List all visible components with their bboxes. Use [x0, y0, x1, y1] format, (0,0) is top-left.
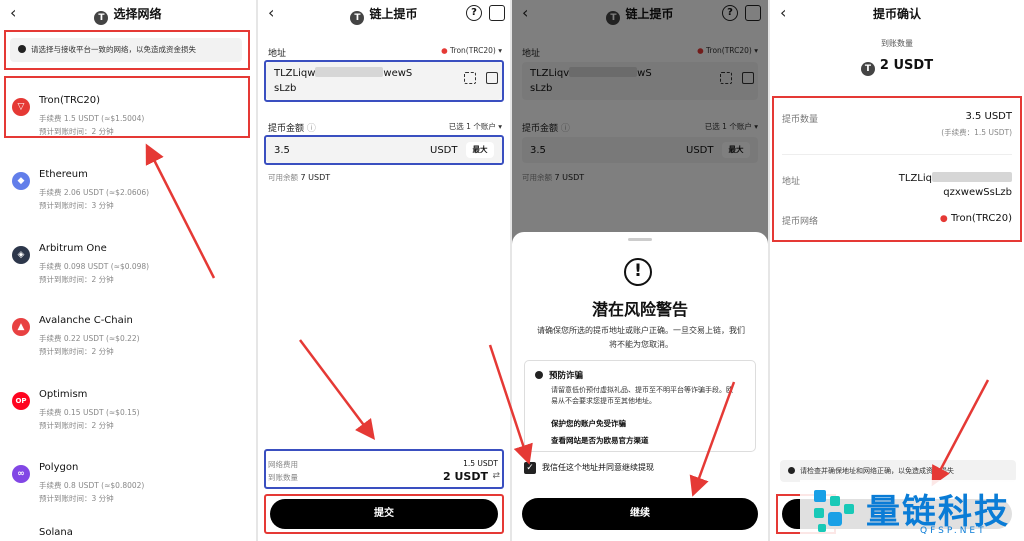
- available-balance: 可用余额 7 USDT: [268, 173, 331, 182]
- network-name: Ethereum: [39, 169, 88, 180]
- usdt-icon: T: [94, 11, 109, 25]
- history-icon[interactable]: [489, 5, 505, 21]
- receive-amount: T2 USDT: [770, 58, 1024, 76]
- top-bar: ‹ T链上提币 ?: [258, 0, 510, 28]
- bottom-notice: 请检查并确保地址和网络正确，以免造成资金损失: [780, 460, 1016, 482]
- risk-warning-screen: ‹ T链上提币 ? 地址 ● Tron(TRC20) ▾ TLZLiqvwSsL…: [512, 0, 768, 541]
- info-icon: [535, 371, 543, 379]
- highlight-box: [264, 135, 504, 165]
- highlight-box: [4, 76, 250, 138]
- avalanche-icon: ▲: [12, 318, 30, 336]
- help-icon[interactable]: ?: [466, 5, 482, 21]
- account-selector[interactable]: 已选 1 个账户 ▾: [449, 121, 502, 132]
- amount-label: 提币金额 ⓘ: [268, 124, 316, 134]
- watermark-subtext: QFSP.NET: [920, 526, 987, 536]
- warning-icon: !: [624, 258, 652, 286]
- network-fee-value: 1.5 USDT: [463, 459, 498, 468]
- risk-warning-sheet: ! 潜在风险警告 请确保您所选的提币地址或账户正确。一旦交易上链，我们 将不能为您…: [512, 232, 768, 541]
- continue-button[interactable]: 继续: [522, 498, 758, 530]
- summary-box: [264, 449, 504, 489]
- fraud-link-protect[interactable]: 保护您的账户免受诈骗: [551, 418, 626, 429]
- highlight-box: [264, 60, 504, 102]
- network-eta: 预计到账时间：3 分钟: [39, 201, 114, 210]
- usdt-icon: T: [350, 11, 365, 25]
- usdt-icon: T: [860, 62, 875, 76]
- network-fee: 手续费 0.22 USDT (≈$0.22): [39, 334, 140, 343]
- address-label: 地址: [268, 49, 287, 59]
- network-fee-label: 网络费用: [268, 460, 298, 469]
- ethereum-icon: ◆: [12, 172, 30, 190]
- network-eta: 预计到账时间：2 分钟: [39, 275, 114, 284]
- watermark: 量链科技 QFSP.NET: [800, 480, 1024, 541]
- withdraw-screen: ‹ T 链上提币 ? 地址 ● Tron(TRC20) ▾ TLZLiqw wewS…: [258, 0, 510, 541]
- network-name: Polygon: [39, 462, 79, 473]
- network-eta: 预计到账时间：3 分钟: [39, 494, 114, 503]
- polygon-icon: ∞: [12, 465, 30, 483]
- highlight-box: [772, 96, 1022, 242]
- page-title: 提币确认: [872, 7, 921, 21]
- confirm-screen: ‹ 提币确认 到账数量 T2 USDT 提币数量 3.5 USDT (手续费：1…: [770, 0, 1024, 541]
- trust-checkbox-label: 我信任这个地址并同意继续提现: [542, 463, 654, 472]
- submit-button[interactable]: 提交: [270, 499, 498, 529]
- optimism-icon: OP: [12, 392, 30, 410]
- swap-icon[interactable]: ⇄: [492, 471, 500, 481]
- fraud-title: 预防诈骗: [535, 369, 583, 381]
- tron-icon: ●: [441, 46, 448, 55]
- info-icon: ⓘ: [306, 124, 316, 134]
- arbitrum-icon: ◈: [12, 246, 30, 264]
- network-selector[interactable]: ● Tron(TRC20) ▾: [441, 46, 502, 55]
- fraud-prevention-box: 预防诈骗 请留意低价预付虚拟礼品、提币至不明平台等诈骗手段。欧 易从不会要求您提币…: [524, 360, 756, 452]
- network-name: Optimism: [39, 389, 88, 400]
- network-fee: 手续费 0.8 USDT (≈$0.8002): [39, 481, 145, 490]
- network-select-screen: ‹ T 选择网络 请选择与接收平台一致的网络，以免造成资金损失 ▽ Tron(TR…: [0, 0, 256, 541]
- receive-label: 到账数量: [881, 39, 913, 48]
- trust-checkbox[interactable]: ✓: [524, 462, 536, 474]
- watermark-logo-icon: [814, 490, 854, 532]
- fraud-link-verify[interactable]: 查看网站是否为欧易官方渠道: [551, 435, 649, 446]
- network-eta: 预计到账时间：2 分钟: [39, 347, 114, 356]
- top-bar: ‹ T 选择网络: [0, 0, 256, 28]
- network-fee: 手续费 0.098 USDT (≈$0.098): [39, 262, 150, 271]
- network-name: Arbitrum One: [39, 243, 107, 254]
- warning-text: 请确保您所选的提币地址或账户正确。一旦交易上链，我们 将不能为您取消。: [537, 326, 745, 349]
- warning-title: 潜在风险警告: [591, 300, 688, 319]
- page-title: T 选择网络: [0, 5, 256, 25]
- network-eta: 预计到账时间：2 分钟: [39, 421, 114, 430]
- highlight-box: [4, 30, 250, 70]
- network-name: Avalanche C-Chain: [39, 315, 133, 326]
- network-fee: 手续费 0.15 USDT (≈$0.15): [39, 408, 140, 417]
- receive-label: 到账数量: [268, 473, 298, 482]
- info-icon: [788, 467, 795, 474]
- receive-value: 2 USDT: [443, 470, 488, 483]
- network-name: Solana: [39, 527, 73, 538]
- drag-handle[interactable]: [628, 238, 652, 241]
- top-bar: ‹ 提币确认: [770, 0, 1024, 28]
- fraud-text: 请留意低价预付虚拟礼品、提币至不明平台等诈骗手段。欧 易从不会要求您提币至其他地址…: [551, 386, 733, 405]
- network-fee: 手续费 2.06 USDT (≈$2.0606): [39, 188, 150, 197]
